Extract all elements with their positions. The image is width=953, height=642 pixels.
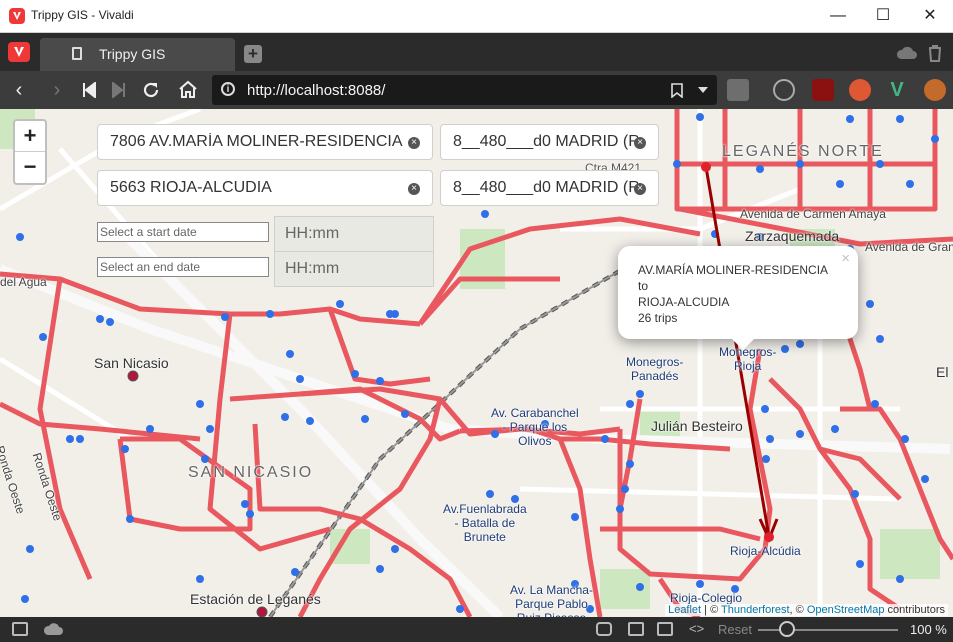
origin-marker[interactable] (701, 162, 711, 172)
popup-origin: AV.MARÍA MOLINER-RESIDENCIA (638, 263, 829, 277)
cloud-icon[interactable] (44, 622, 64, 636)
label-carabanchel: Av. Carabanchel - Parque los Olivos (491, 406, 579, 448)
url-field[interactable]: i http://localhost:8088/ (212, 75, 717, 105)
vivaldi-logo-icon (9, 8, 25, 24)
destination-line-select[interactable]: 8__480___d0 MADRID (Re × (440, 170, 659, 206)
leaflet-link[interactable]: Leaflet (668, 604, 701, 616)
ublock-origin-icon[interactable] (812, 79, 834, 101)
attribution-separator: , © (789, 604, 807, 616)
label-rioja-alcudia: Rioja-Alcúdia (730, 544, 801, 558)
maximize-button[interactable]: ☐ (860, 0, 906, 32)
vue-devtools-icon[interactable]: V (886, 79, 908, 101)
site-info-icon[interactable]: i (221, 82, 235, 96)
destination-stop-select[interactable]: 5663 RIOJA-ALCUDIA × (97, 170, 433, 206)
status-bar: <> Reset 100 % (0, 617, 953, 642)
label-estacion-leganes: Estación de Leganés (190, 591, 321, 607)
label-carmen-amaya: Avenida de Carmen Amaya (740, 207, 886, 221)
zoom-slider-handle[interactable] (779, 621, 795, 637)
code-icon[interactable]: <> (689, 621, 704, 636)
clear-icon[interactable]: × (408, 137, 420, 149)
trip-popup: × AV.MARÍA MOLINER-RESIDENCIA to RIOJA-A… (618, 246, 858, 350)
new-tab-button[interactable]: + (244, 45, 262, 63)
map-view[interactable]: LEGANÉS NORTE Ctra M421 Avenida de Carme… (0, 109, 953, 617)
label-gran-bretana: Avenida de Gran Bre (865, 240, 953, 254)
rewind-icon[interactable] (82, 82, 96, 98)
window-titlebar: Trippy GIS - Vivaldi — ☐ ✕ (0, 0, 953, 33)
address-bar: ‹ › i http://localhost:8088/ V (0, 71, 953, 109)
tab-bar: Trippy GIS + (0, 33, 953, 71)
popup-trip-count: 26 trips (638, 311, 678, 325)
image-icon[interactable] (657, 622, 673, 636)
clear-icon[interactable]: × (408, 183, 420, 195)
label-el: El (936, 364, 949, 380)
destination-marker[interactable] (764, 532, 774, 542)
label-rioja-colegio: Rioja-Colegio (670, 591, 743, 605)
label-del-agua: del Agua (0, 275, 47, 289)
start-date-input[interactable]: Select a start date (97, 222, 269, 242)
destination-stop-value: 5663 RIOJA-ALCUDIA (110, 179, 272, 196)
label-fuenlabrada: Av.Fuenlabrada - Batalla de Brunete (443, 502, 527, 544)
url-text: http://localhost:8088/ (247, 82, 386, 99)
zoom-in-button[interactable]: + (15, 121, 45, 152)
camera-icon[interactable] (596, 622, 612, 636)
label-la-mancha: Av. La Mancha- Parque Pablo Ruiz Picasso (510, 583, 593, 617)
map-attribution: Leaflet | © Thunderforest, © OpenStreetM… (665, 604, 948, 616)
label-julian-besteiro: Julián Besteiro (651, 418, 743, 434)
popup-tip (731, 338, 755, 350)
origin-line-value: 8__480___d0 MADRID (Re (453, 133, 638, 150)
clear-icon[interactable]: × (634, 137, 646, 149)
profile-avatar[interactable] (727, 79, 749, 101)
chevron-down-icon[interactable] (698, 87, 708, 93)
station-marker-leganes[interactable] (256, 606, 268, 617)
back-icon[interactable]: ‹ (8, 79, 30, 101)
close-window-button[interactable]: ✕ (907, 0, 953, 32)
thunderforest-link[interactable]: Thunderforest (721, 604, 789, 616)
attribution-tail: contributors (884, 604, 945, 616)
window-title: Trippy GIS - Vivaldi (31, 8, 134, 22)
label-san-nicasio-stop: San Nicasio (94, 355, 169, 371)
extension-monkey-icon[interactable] (924, 79, 946, 101)
tab-trippy-gis[interactable]: Trippy GIS (40, 38, 235, 71)
clear-icon[interactable]: × (634, 183, 646, 195)
zoom-level: 100 % (910, 622, 947, 637)
vivaldi-menu-button[interactable] (8, 42, 30, 62)
popup-destination: RIOJA-ALCUDIA (638, 295, 730, 309)
destination-line-value: 8__480___d0 MADRID (Re (453, 179, 638, 196)
label-leganes-norte: LEGANÉS NORTE (722, 143, 884, 160)
label-zarzaquemada: Zarzaquemada (745, 228, 840, 244)
trash-icon[interactable] (927, 44, 943, 62)
popup-connector: to (638, 279, 649, 293)
tile-window-icon[interactable] (628, 622, 644, 636)
minimize-button[interactable]: — (815, 0, 861, 32)
bookmark-icon[interactable] (671, 83, 683, 98)
end-date-input[interactable]: Select an end date (97, 257, 269, 277)
attribution-separator: | © (701, 604, 722, 616)
label-san-nicasio-district: SAN NICASIO (188, 464, 314, 481)
popup-close-button[interactable]: × (841, 250, 850, 267)
forward-icon[interactable]: › (46, 79, 68, 101)
openstreetmap-link[interactable]: OpenStreetMap (807, 604, 885, 616)
zoom-control: + − (13, 119, 47, 185)
zoom-reset-button[interactable]: Reset (718, 622, 752, 637)
origin-stop-select[interactable]: 7806 AV.MARÍA MOLINER-RESIDENCIA × (97, 124, 433, 160)
zoom-out-button[interactable]: − (15, 152, 45, 182)
reload-icon[interactable] (142, 81, 160, 99)
document-icon (72, 47, 82, 60)
panel-toggle-icon[interactable] (12, 622, 28, 636)
origin-line-select[interactable]: 8__480___d0 MADRID (Re × (440, 124, 659, 160)
tab-label: Trippy GIS (99, 46, 166, 62)
start-time-input[interactable]: HH:mm (274, 216, 434, 252)
label-monegros-panades: Monegros- Panadés (626, 355, 684, 383)
fast-forward-icon[interactable] (112, 82, 126, 98)
home-icon[interactable] (178, 80, 198, 99)
cloud-sync-icon[interactable] (896, 45, 918, 61)
origin-stop-value: 7806 AV.MARÍA MOLINER-RESIDENCIA (110, 133, 403, 150)
end-time-input[interactable]: HH:mm (274, 251, 434, 287)
privacy-extension-icon[interactable] (773, 79, 795, 101)
duckduckgo-icon[interactable] (849, 79, 871, 101)
station-marker-san-nicasio[interactable] (127, 370, 139, 382)
